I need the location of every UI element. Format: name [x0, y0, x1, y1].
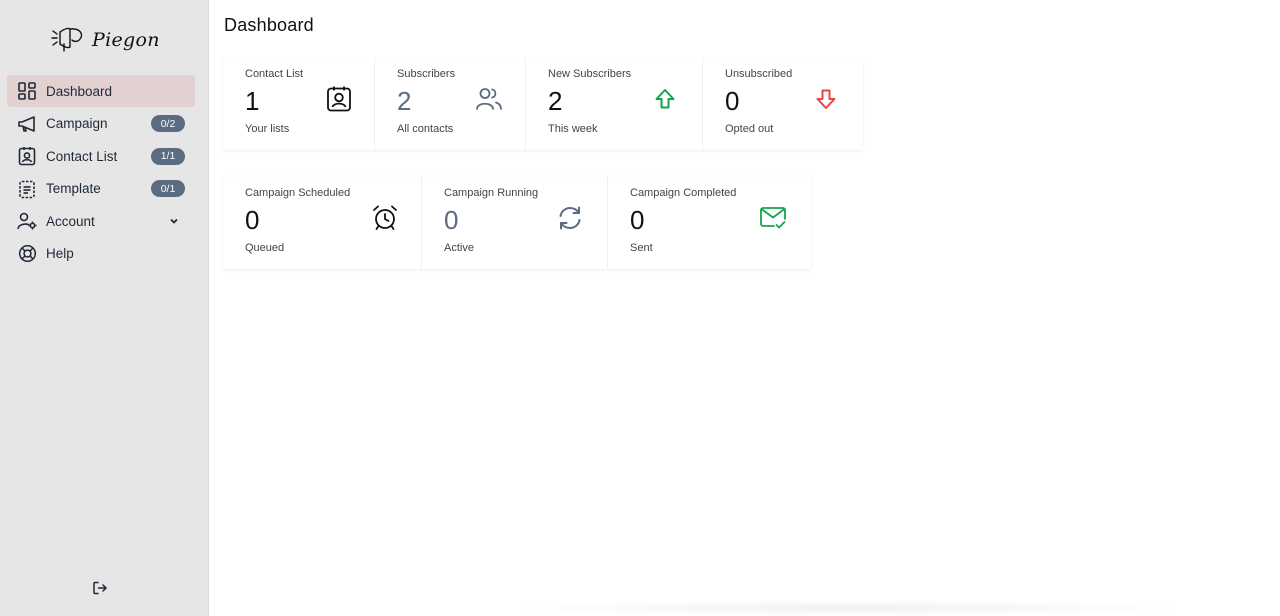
user-settings-icon: [17, 211, 37, 231]
stat-card-campaign-completed[interactable]: Campaign Completed 0 Sent: [608, 177, 811, 269]
bottom-shadow: [509, 600, 1189, 616]
sidebar-item-help[interactable]: Help: [7, 238, 195, 270]
stat-card-title: Unsubscribed: [725, 68, 793, 80]
stat-card-subtitle: Opted out: [725, 123, 774, 135]
stat-card-value: 2: [397, 86, 412, 116]
stat-card-subtitle: Your lists: [245, 123, 290, 135]
stat-card-title: Contact List: [245, 68, 304, 80]
megaphone-icon: [17, 114, 37, 134]
megaphone-logo-icon: [50, 24, 88, 57]
template-document-icon: [17, 179, 37, 199]
app-logo-text: Piegon: [92, 29, 160, 51]
main-content: Dashboard Contact List 1 Your lists Subs…: [209, 0, 1280, 616]
dashboard-grid-icon: [17, 81, 37, 101]
app-logo[interactable]: Piegon: [50, 22, 160, 58]
stat-card-value: 1: [245, 86, 260, 116]
contact-card-icon: [17, 146, 37, 166]
sidebar-item-account[interactable]: Account: [7, 205, 195, 237]
arrow-down-icon: [812, 85, 840, 113]
alarm-clock-icon: [371, 204, 399, 232]
sidebar-item-label: Campaign: [46, 116, 108, 131]
stat-card-subtitle: All contacts: [397, 123, 454, 135]
stat-card-contact-list[interactable]: Contact List 1 Your lists: [223, 58, 375, 150]
sidebar-item-label: Dashboard: [46, 83, 113, 99]
mail-check-icon: [759, 204, 787, 232]
sidebar-item-label: Account: [46, 213, 95, 229]
campaign-count-badge: 0/2: [151, 115, 185, 132]
sidebar-item-template[interactable]: Template 0/1: [7, 173, 195, 205]
sidebar-item-label: Help: [46, 246, 74, 261]
lifebuoy-icon: [17, 244, 37, 264]
chevron-down-icon[interactable]: [167, 214, 181, 228]
template-count-badge: 0/1: [151, 180, 185, 197]
logout-icon: [92, 581, 108, 600]
stat-card-title: Campaign Running: [444, 187, 539, 199]
stats-row-top: Contact List 1 Your lists Subscribers 2 …: [223, 58, 863, 150]
sidebar-item-label: Contact List: [46, 148, 118, 164]
refresh-icon: [556, 204, 584, 232]
users-icon: [475, 85, 503, 113]
logout-button[interactable]: [92, 580, 108, 596]
sidebar-item-contact-list[interactable]: Contact List 1/1: [7, 140, 195, 172]
arrow-up-icon: [651, 85, 679, 113]
stat-card-title: Subscribers: [397, 68, 456, 80]
stat-card-title: New Subscribers: [548, 68, 632, 80]
stat-card-value: 0: [725, 86, 740, 116]
stat-card-subtitle: Queued: [245, 242, 285, 254]
stat-card-subscribers[interactable]: Subscribers 2 All contacts: [375, 58, 526, 150]
contact-card-icon: [325, 85, 353, 113]
stat-card-subtitle: Sent: [630, 242, 653, 254]
stat-card-unsubscribed[interactable]: Unsubscribed 0 Opted out: [703, 58, 863, 150]
stat-card-title: Campaign Scheduled: [245, 187, 351, 199]
stat-card-subtitle: This week: [548, 123, 598, 135]
sidebar-nav: Dashboard Campaign 0/2 Contact List 1/1 …: [7, 75, 195, 270]
stat-card-campaign-scheduled[interactable]: Campaign Scheduled 0 Queued: [223, 177, 422, 269]
sidebar-item-campaign[interactable]: Campaign 0/2: [7, 108, 195, 140]
stat-card-campaign-running[interactable]: Campaign Running 0 Active: [422, 177, 608, 269]
stat-card-subtitle: Active: [444, 242, 474, 254]
stats-row-bottom: Campaign Scheduled 0 Queued Campaign Run…: [223, 177, 811, 269]
sidebar: Piegon Dashboard Campaign 0/2 Contact Li…: [0, 0, 209, 616]
page-title: Dashboard: [224, 15, 314, 35]
sidebar-item-label: Template: [46, 181, 101, 196]
stat-card-new-subscribers[interactable]: New Subscribers 2 This week: [526, 58, 703, 150]
contact-list-count-badge: 1/1: [151, 147, 185, 165]
sidebar-item-dashboard[interactable]: Dashboard: [7, 75, 195, 107]
stat-card-title: Campaign Completed: [630, 187, 737, 199]
